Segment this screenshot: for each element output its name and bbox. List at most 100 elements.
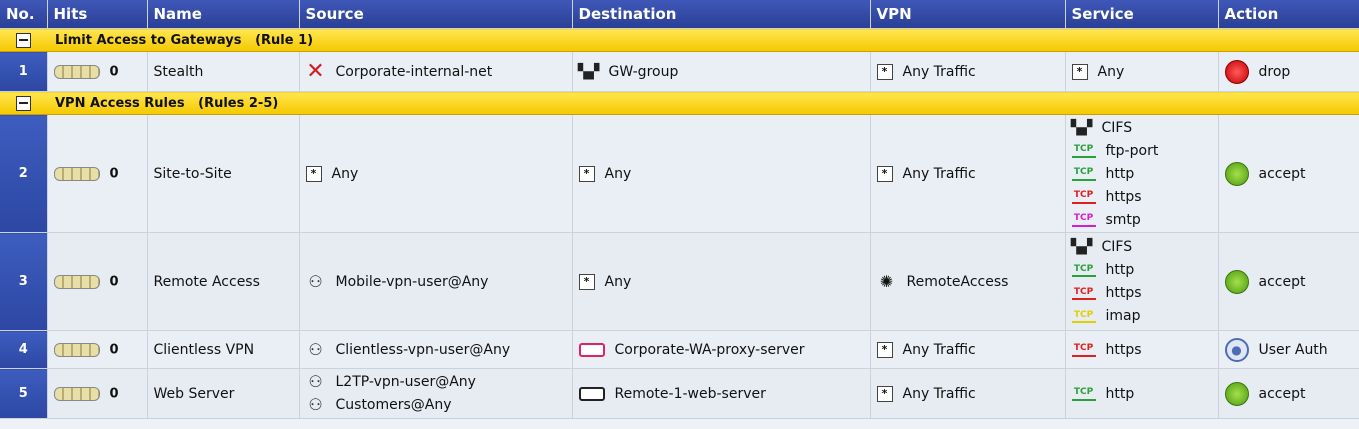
rule-number[interactable]: 5 [0,368,48,419]
vpn-object[interactable]: * Any Traffic [876,60,1059,83]
column-header-service[interactable]: Service [1065,0,1219,29]
action-cell[interactable]: drop [1218,51,1359,92]
rule-row[interactable]: 2 0 Site-to-Site * Any * Any * Any Traffic ▚▞ CIFS… [0,114,1359,233]
service-object[interactable]: ▚▞ CIFS [1071,116,1212,139]
service-object[interactable]: * Any [1071,60,1212,83]
vpn-object[interactable]: * Any Traffic [876,338,1059,361]
action-cell[interactable]: accept [1218,368,1359,419]
destination-cell[interactable]: Remote-1-web-server [572,368,871,419]
destination-cell[interactable]: * Any [572,232,871,331]
rule-body: Limit Access to Gateways (Rule 1) 1 0 Steal… [0,28,1359,419]
section-toggle-cell[interactable] [0,28,47,52]
service-cell[interactable]: ▚▞ CIFS TCP http TCP https TCP imap [1065,232,1219,331]
service-cell[interactable]: TCP http [1065,368,1219,419]
destination-object[interactable]: Remote-1-web-server [578,382,864,405]
collapse-icon[interactable] [16,95,31,111]
rule-number[interactable]: 2 [0,114,48,233]
hits-meter-icon [53,166,100,181]
source-cell[interactable]: * Any [299,114,573,233]
column-header-name[interactable]: Name [147,0,300,29]
vpn-object[interactable]: * Any Traffic [876,382,1059,405]
column-header-destination[interactable]: Destination [572,0,871,29]
collapse-icon[interactable] [16,32,31,48]
vpn-cell[interactable]: * Any Traffic [870,368,1066,419]
destination-object[interactable]: ▚▞ GW-group [578,60,864,83]
action-text: accept [1258,165,1306,182]
action-text: User Auth [1258,341,1328,358]
source-cell[interactable]: ✕ Corporate-internal-net [299,51,573,92]
service-object[interactable]: TCP smtp [1071,208,1212,231]
rule-name-cell[interactable]: Stealth [147,51,300,92]
service-object[interactable]: TCP https [1071,282,1212,305]
service-text: Any [1097,63,1125,80]
vpn-cell[interactable]: * Any Traffic [870,330,1066,369]
column-header-hits[interactable]: Hits [47,0,148,29]
section-range: (Rule 1) [255,32,314,48]
source-object[interactable]: * Any [305,162,566,185]
user-auth-icon: ● [1224,337,1249,362]
destination-cell[interactable]: * Any [572,114,871,233]
rule-number[interactable]: 3 [0,232,48,331]
destination-text: GW-group [608,63,679,80]
source-cell[interactable]: ⚇ L2TP-vpn-user@Any ⚇ Customers@Any [299,368,573,419]
source-object[interactable]: ⚇ Mobile-vpn-user@Any [306,270,566,293]
action-text: accept [1258,385,1306,402]
service-object[interactable]: TCP http [1071,382,1212,405]
rule-number[interactable]: 4 [0,330,48,369]
source-object[interactable]: ✕ Corporate-internal-net [306,60,566,83]
action-object[interactable]: drop [1224,59,1353,84]
service-cell[interactable]: * Any [1065,51,1219,92]
any-icon: * [578,273,595,290]
source-cell[interactable]: ⚇ Clientless-vpn-user@Any [299,330,573,369]
action-cell[interactable]: accept [1218,232,1359,331]
rule-name-cell[interactable]: Remote Access [147,232,300,331]
service-object[interactable]: TCP ftp-port [1071,139,1212,162]
rule-name-cell[interactable]: Web Server [147,368,300,419]
vpn-object[interactable]: ✺ RemoteAccess [877,270,1059,293]
service-object[interactable]: TCP https [1071,185,1212,208]
rule-row[interactable]: 1 0 Stealth ✕ Corporate-internal-net ▚▞ GW-gro… [0,51,1359,92]
section-title: Limit Access to Gateways [55,32,242,48]
rule-row[interactable]: 4 0 Clientless VPN ⚇ Clientless-vpn-user@Any… [0,330,1359,369]
column-header-action[interactable]: Action [1218,0,1359,29]
action-object[interactable]: ● User Auth [1224,337,1353,362]
vpn-cell[interactable]: ✺ RemoteAccess [870,232,1066,331]
column-header-vpn[interactable]: VPN [870,0,1066,29]
source-object[interactable]: ⚇ Customers@Any [306,394,566,417]
vpn-cell[interactable]: * Any Traffic [870,114,1066,233]
section-header-row[interactable]: VPN Access Rules (Rules 2-5) [0,91,1359,115]
destination-cell[interactable]: Corporate-WA-proxy-server [572,330,871,369]
section-toggle-cell[interactable] [0,91,47,115]
rule-row[interactable]: 5 0 Web Server ⚇ L2TP-vpn-user@Any ⚇ Customers… [0,368,1359,419]
rule-name-cell[interactable]: Site-to-Site [147,114,300,233]
action-object[interactable]: accept [1224,269,1353,294]
destination-object[interactable]: Corporate-WA-proxy-server [578,338,864,361]
vpn-object[interactable]: * Any Traffic [876,162,1059,185]
rule-name-cell[interactable]: Clientless VPN [147,330,300,369]
rule-row[interactable]: 3 0 Remote Access ⚇ Mobile-vpn-user@Any * Any ✺… [0,232,1359,331]
source-cell[interactable]: ⚇ Mobile-vpn-user@Any [299,232,573,331]
vpn-text: Any Traffic [902,63,976,80]
service-object[interactable]: ▚▞ CIFS [1071,236,1212,259]
action-cell[interactable]: accept [1218,114,1359,233]
column-header-source[interactable]: Source [299,0,573,29]
destination-object[interactable]: * Any [578,162,864,185]
service-cell[interactable]: TCP https [1065,330,1219,369]
section-header-row[interactable]: Limit Access to Gateways (Rule 1) [0,28,1359,52]
source-object[interactable]: ⚇ L2TP-vpn-user@Any [306,371,566,394]
service-object[interactable]: TCP http [1071,162,1212,185]
service-object[interactable]: TCP imap [1071,305,1212,328]
rule-number[interactable]: 1 [0,51,48,92]
service-object[interactable]: TCP http [1071,259,1212,282]
source-object[interactable]: ⚇ Clientless-vpn-user@Any [306,338,566,361]
action-object[interactable]: accept [1224,381,1353,406]
action-cell[interactable]: ● User Auth [1218,330,1359,369]
destination-object[interactable]: * Any [578,270,864,293]
service-object[interactable]: TCP https [1071,338,1212,361]
tcp-green-icon: TCP [1071,263,1096,277]
column-header-no[interactable]: No. [0,0,48,29]
vpn-cell[interactable]: * Any Traffic [870,51,1066,92]
destination-cell[interactable]: ▚▞ GW-group [572,51,871,92]
action-object[interactable]: accept [1224,161,1353,186]
service-cell[interactable]: ▚▞ CIFS TCP ftp-port TCP http TCP https TCP smtp [1065,114,1219,233]
